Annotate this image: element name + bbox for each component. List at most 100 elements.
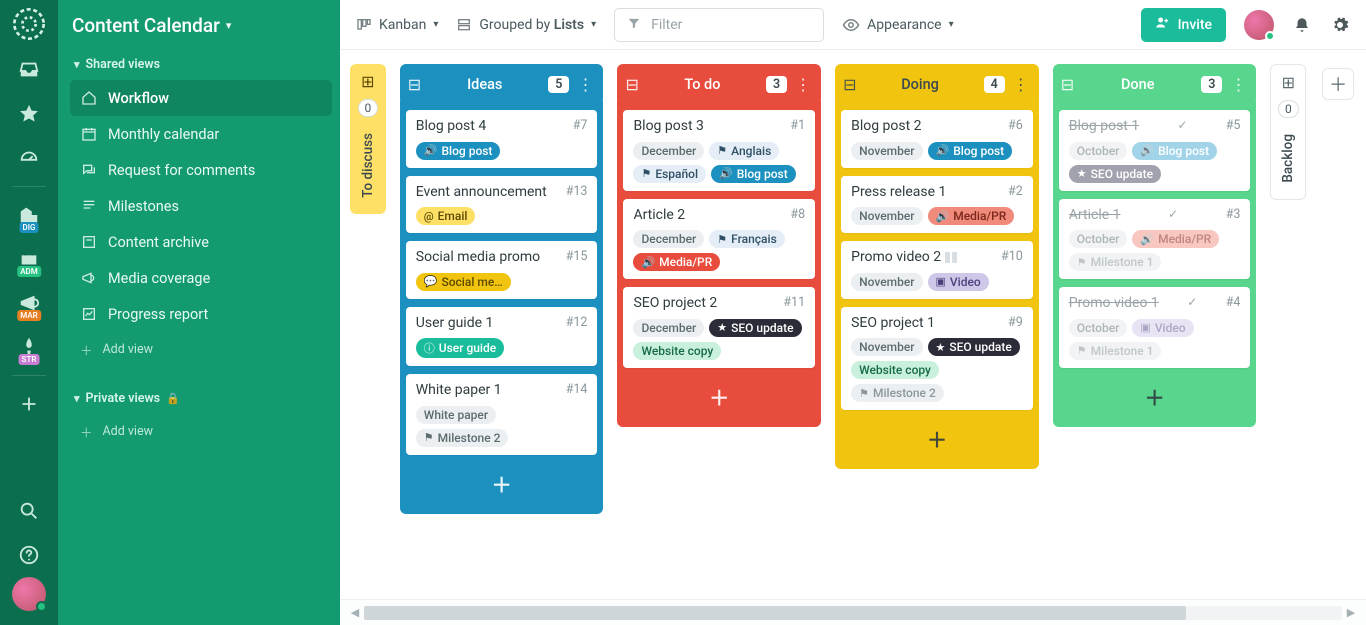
- card-tags: White paper⚑Milestone 2: [416, 406, 588, 447]
- settings-icon[interactable]: [1330, 15, 1350, 35]
- column-header-to-do[interactable]: ⊟To do3⋮: [617, 64, 821, 104]
- rail-avatar[interactable]: [12, 577, 46, 611]
- column-menu-icon[interactable]: ⋮: [575, 75, 595, 94]
- column-count: 5: [548, 76, 569, 93]
- workspace-title[interactable]: Content Calendar▾: [70, 10, 332, 51]
- topbar-avatar[interactable]: [1244, 10, 1274, 40]
- rail-workspace-dig[interactable]: DIG: [0, 193, 58, 237]
- rail-search[interactable]: [0, 489, 58, 533]
- card-title: Promo video 1: [1069, 295, 1159, 313]
- private-views-header[interactable]: ▾Private views 🔒: [70, 385, 332, 414]
- kanban-card[interactable]: Blog post 1✓#5October🔊Blog post★SEO upda…: [1059, 110, 1251, 191]
- card-id: #15: [566, 249, 588, 264]
- kanban-card[interactable]: Promo video 1✓#4October▣Video⚑Milestone …: [1059, 287, 1251, 368]
- add-card-button[interactable]: ＋: [1059, 376, 1251, 421]
- collapse-icon[interactable]: ⊟: [843, 75, 856, 94]
- add-card-button[interactable]: ＋: [623, 376, 815, 421]
- card-title: Press release 1: [851, 184, 946, 202]
- card-tag: November: [851, 142, 922, 160]
- kanban-card[interactable]: Blog post 4#7🔊Blog post: [406, 110, 598, 168]
- kanban-card[interactable]: SEO project 1#9November★SEO updateWebsit…: [841, 307, 1033, 411]
- sidebar-item-media-coverage[interactable]: Media coverage: [70, 260, 332, 296]
- sidebar-item-workflow[interactable]: Workflow: [70, 80, 332, 116]
- kanban-card[interactable]: Article 2#8December⚑Français🔊Media/PR: [623, 199, 815, 280]
- sidebar-item-request-for-comments[interactable]: Request for comments: [70, 152, 332, 188]
- card-id: #4: [1226, 295, 1241, 310]
- sidebar-item-monthly-calendar[interactable]: Monthly calendar: [70, 116, 332, 152]
- group-by[interactable]: Grouped by Lists▾: [456, 17, 596, 33]
- shared-views-header[interactable]: ▾Shared views: [70, 51, 332, 80]
- sidebar-item-content-archive[interactable]: Content archive: [70, 224, 332, 260]
- app-logo[interactable]: [13, 8, 45, 40]
- column-collapsed-backlog[interactable]: ⊞0Backlog: [1270, 64, 1306, 200]
- rail-workspace-str[interactable]: STR: [0, 325, 58, 369]
- invite-button[interactable]: Invite: [1141, 8, 1226, 42]
- collapse-icon[interactable]: ⊟: [625, 75, 638, 94]
- card-tag: ▣Video: [1132, 319, 1193, 337]
- kanban-card[interactable]: Blog post 2#6November🔊Blog post: [841, 110, 1033, 168]
- rail-add[interactable]: [0, 382, 58, 426]
- kanban-card[interactable]: Press release 1#2November🔊Media/PR: [841, 176, 1033, 234]
- kanban-card[interactable]: Blog post 3#1December⚑Anglais⚑Español🔊Bl…: [623, 110, 815, 191]
- column-header-doing[interactable]: ⊟Doing4⋮: [835, 64, 1039, 104]
- comments-icon: [80, 162, 98, 178]
- collapse-icon[interactable]: ⊟: [408, 75, 421, 94]
- column-menu-icon[interactable]: ⋮: [1011, 75, 1031, 94]
- card-tag: December: [633, 319, 704, 337]
- column-collapsed-to-discuss[interactable]: ⊞0To discuss: [350, 64, 386, 214]
- sidebar-item-progress-report[interactable]: Progress report: [70, 296, 332, 332]
- filter-input[interactable]: [651, 17, 811, 33]
- card-tag: October: [1069, 319, 1128, 337]
- add-view-private[interactable]: ＋Add view: [70, 414, 332, 449]
- card-title: Promo video 2: [851, 249, 957, 267]
- rail-help[interactable]: [0, 533, 58, 577]
- horizontal-scrollbar[interactable]: ◀▶: [340, 599, 1366, 625]
- kanban-card[interactable]: White paper 1#14White paper⚑Milestone 2: [406, 374, 598, 455]
- card-tags: December⚑Anglais⚑Español🔊Blog post: [633, 142, 805, 183]
- add-column-button[interactable]: ＋: [1322, 68, 1354, 100]
- column-menu-icon[interactable]: ⋮: [1228, 75, 1248, 94]
- user-plus-icon: [1155, 15, 1170, 34]
- rail-workspace-adm[interactable]: ADM: [0, 237, 58, 281]
- main: Kanban▾ Grouped by Lists▾ Appearance▾ In…: [340, 0, 1366, 625]
- add-card-button[interactable]: ＋: [406, 463, 598, 508]
- collapse-icon[interactable]: ⊟: [1061, 75, 1074, 94]
- card-tag: Website copy: [633, 342, 721, 360]
- kanban-card[interactable]: Promo video 2#10November▣Video: [841, 241, 1033, 299]
- kanban-card[interactable]: Event announcement#13@Email: [406, 176, 598, 234]
- notifications-icon[interactable]: [1292, 15, 1312, 35]
- column-menu-icon[interactable]: ⋮: [793, 75, 813, 94]
- card-title: Blog post 1: [1069, 118, 1139, 136]
- card-tag: ⚑Français: [709, 230, 784, 248]
- kanban-card[interactable]: SEO project 2#11December★SEO updateWebsi…: [623, 287, 815, 368]
- rail-workspace-mar[interactable]: MAR: [0, 281, 58, 325]
- card-tag: ★SEO update: [709, 319, 801, 337]
- add-view-shared[interactable]: ＋Add view: [70, 332, 332, 367]
- card-id: #13: [566, 184, 588, 199]
- rail-dashboard[interactable]: [0, 136, 58, 180]
- kanban-board: ⊞0To discuss⊟Ideas5⋮Blog post 4#7🔊Blog p…: [340, 50, 1366, 599]
- add-card-button[interactable]: ＋: [841, 418, 1033, 463]
- column-title: Done: [1080, 76, 1195, 93]
- card-tags: @Email: [416, 207, 588, 225]
- appearance[interactable]: Appearance▾: [842, 16, 954, 34]
- card-title: Blog post 2: [851, 118, 921, 136]
- card-id: #9: [1008, 315, 1023, 330]
- column-header-done[interactable]: ⊟Done3⋮: [1053, 64, 1257, 104]
- sidebar-item-milestones[interactable]: Milestones: [70, 188, 332, 224]
- check-icon: ✓: [1168, 207, 1178, 221]
- rail-star[interactable]: [0, 92, 58, 136]
- filter-input-wrapper[interactable]: [614, 8, 824, 42]
- column-header-ideas[interactable]: ⊟Ideas5⋮: [400, 64, 604, 104]
- kanban-card[interactable]: Article 1✓#3October🔊Media/PR⚑Milestone 1: [1059, 199, 1251, 280]
- card-tag: December: [633, 142, 704, 160]
- card-tag: 🔊Blog post: [711, 165, 796, 183]
- card-tags: November★SEO updateWebsite copy⚑Mileston…: [851, 338, 1023, 402]
- card-tag: ⚑Anglais: [709, 142, 779, 160]
- rail-inbox[interactable]: [0, 48, 58, 92]
- sidebar: Content Calendar▾ ▾Shared views Workflow…: [58, 0, 340, 625]
- kanban-card[interactable]: User guide 1#12ⓘUser guide: [406, 307, 598, 367]
- kanban-card[interactable]: Social media promo#15💬Social me…: [406, 241, 598, 299]
- view-switch[interactable]: Kanban▾: [356, 17, 438, 33]
- card-id: #2: [1008, 184, 1023, 199]
